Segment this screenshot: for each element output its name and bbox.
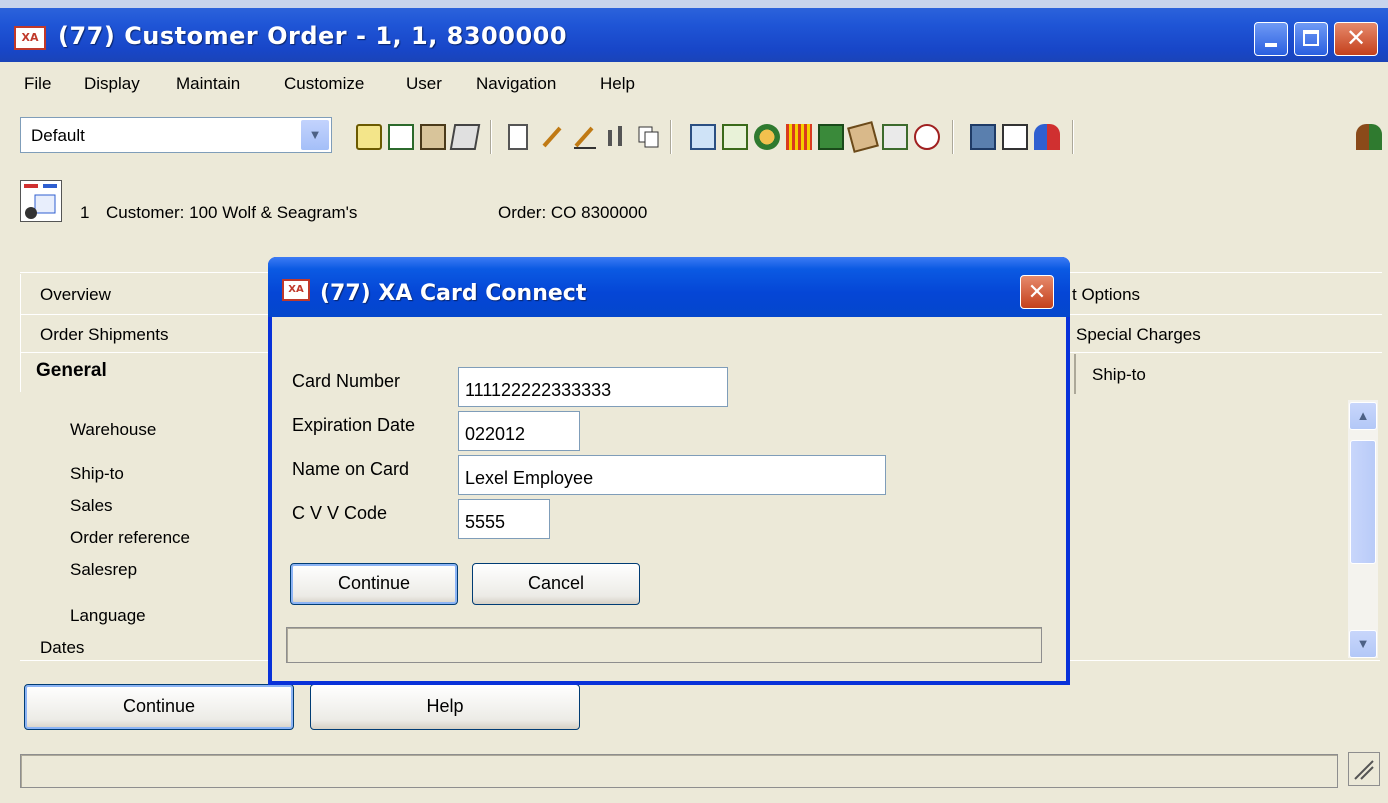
copy-icon[interactable] [636,124,662,150]
menu-navigation[interactable]: Navigation [476,74,556,94]
order-document-icon [20,180,62,222]
field-label-order-reference: Order reference [70,528,190,547]
status-bar [20,754,1338,788]
dialog-app-icon: XA [282,279,310,301]
tab-special-charges[interactable]: Special Charges [1076,325,1201,345]
name-on-card-label: Name on Card [292,459,410,479]
order-info: Order: CO 8300000 [498,203,648,222]
tab-left-edge [20,274,21,392]
calculator-icon[interactable] [882,124,908,150]
expiration-date-field[interactable]: 022012 [458,411,580,451]
customer-info: Customer: 100 Wolf & Seagram's [106,203,358,222]
maximize-icon [1303,30,1319,46]
menu-user[interactable]: User [406,74,442,94]
table-icon[interactable] [722,124,748,150]
list-icon[interactable] [690,124,716,150]
toolbar-separator [1072,120,1074,154]
tab-order-shipments[interactable]: Order Shipments [40,325,169,345]
field-label-warehouse: Warehouse [70,420,157,439]
resize-grip-icon[interactable] [1348,752,1380,786]
note-icon[interactable] [356,124,382,150]
minimize-icon [1265,43,1277,47]
window-top-edge [0,0,1388,8]
tab-ship-to[interactable]: Ship-to [1092,365,1146,385]
field-label-language: Language [70,606,146,625]
scroll-down-button[interactable]: ▼ [1349,630,1377,658]
cvv-code-label: C V V Code [292,503,388,523]
menu-display[interactable]: Display [84,74,140,94]
minimize-button[interactable] [1254,22,1288,56]
card-number-label: Card Number [292,371,401,391]
cvv-code-field[interactable]: 5555 [458,499,550,539]
tab-overview[interactable]: Overview [40,285,111,305]
card-number-field[interactable]: 111122222333333 [458,367,728,407]
tab-general[interactable]: General [36,360,107,382]
scroll-thumb[interactable] [1350,440,1376,564]
dialog-title: (77) XA Card Connect [320,281,587,306]
close-icon: ✕ [1027,279,1047,304]
form-icon[interactable] [388,124,414,150]
dialog-status-bar [286,627,1042,663]
sort-icon[interactable] [604,124,630,150]
close-icon: ✕ [1345,25,1367,52]
dialog-close-button[interactable]: ✕ [1020,275,1054,309]
users-icon[interactable] [1034,124,1060,150]
name-on-card-field[interactable]: Lexel Employee [458,455,886,495]
display-icon[interactable] [970,124,996,150]
menu-customize[interactable]: Customize [284,74,364,94]
contacts-icon[interactable] [1356,124,1382,150]
menu-help[interactable]: Help [600,74,635,94]
menu-file[interactable]: File [24,74,51,94]
edit-lines-icon[interactable] [572,124,598,150]
print-icon[interactable] [420,124,446,150]
expiration-date-label: Expiration Date [292,415,416,435]
register-icon[interactable] [818,124,844,150]
line-number: 1 [80,203,90,222]
chart-icon[interactable] [786,124,812,150]
app-icon: XA [14,26,46,50]
new-document-icon[interactable] [508,124,528,150]
edit-pencil-icon[interactable] [540,124,566,150]
view-select[interactable]: Default ▼ [20,117,332,153]
help-button[interactable]: Help [310,684,580,730]
window-title: (77) Customer Order - 1, 1, 8300000 [58,22,568,50]
dialog-body: Card Number 111122222333333 Expiration D… [272,317,1066,681]
maximize-button[interactable] [1294,22,1328,56]
customer-icon[interactable] [754,124,780,150]
tag-icon[interactable] [847,121,879,153]
field-label-dates: Dates [40,638,85,657]
preview-icon[interactable] [1002,124,1028,150]
tab-payment-options[interactable]: t Options [1072,285,1140,305]
toolbar-separator [670,120,672,154]
menu-maintain[interactable]: Maintain [176,74,240,94]
chevron-down-icon[interactable]: ▼ [301,120,329,150]
toolbar-separator [490,120,492,154]
field-label-ship-to: Ship-to [70,464,124,483]
dialog-continue-button[interactable]: Continue [290,563,458,605]
toolbar-separator [952,120,954,154]
flag-icon[interactable] [914,124,940,150]
tab-border [1074,354,1076,394]
close-button[interactable]: ✕ [1334,22,1378,56]
view-select-value: Default [31,126,85,145]
fax-icon[interactable] [449,124,481,150]
field-label-sales: Sales [70,496,113,515]
card-connect-dialog: XA (77) XA Card Connect ✕ Card Number 11… [268,257,1070,685]
scroll-up-button[interactable]: ▲ [1349,402,1377,430]
field-label-salesrep: Salesrep [70,560,138,579]
dialog-cancel-button[interactable]: Cancel [472,563,640,605]
continue-button[interactable]: Continue [24,684,294,730]
